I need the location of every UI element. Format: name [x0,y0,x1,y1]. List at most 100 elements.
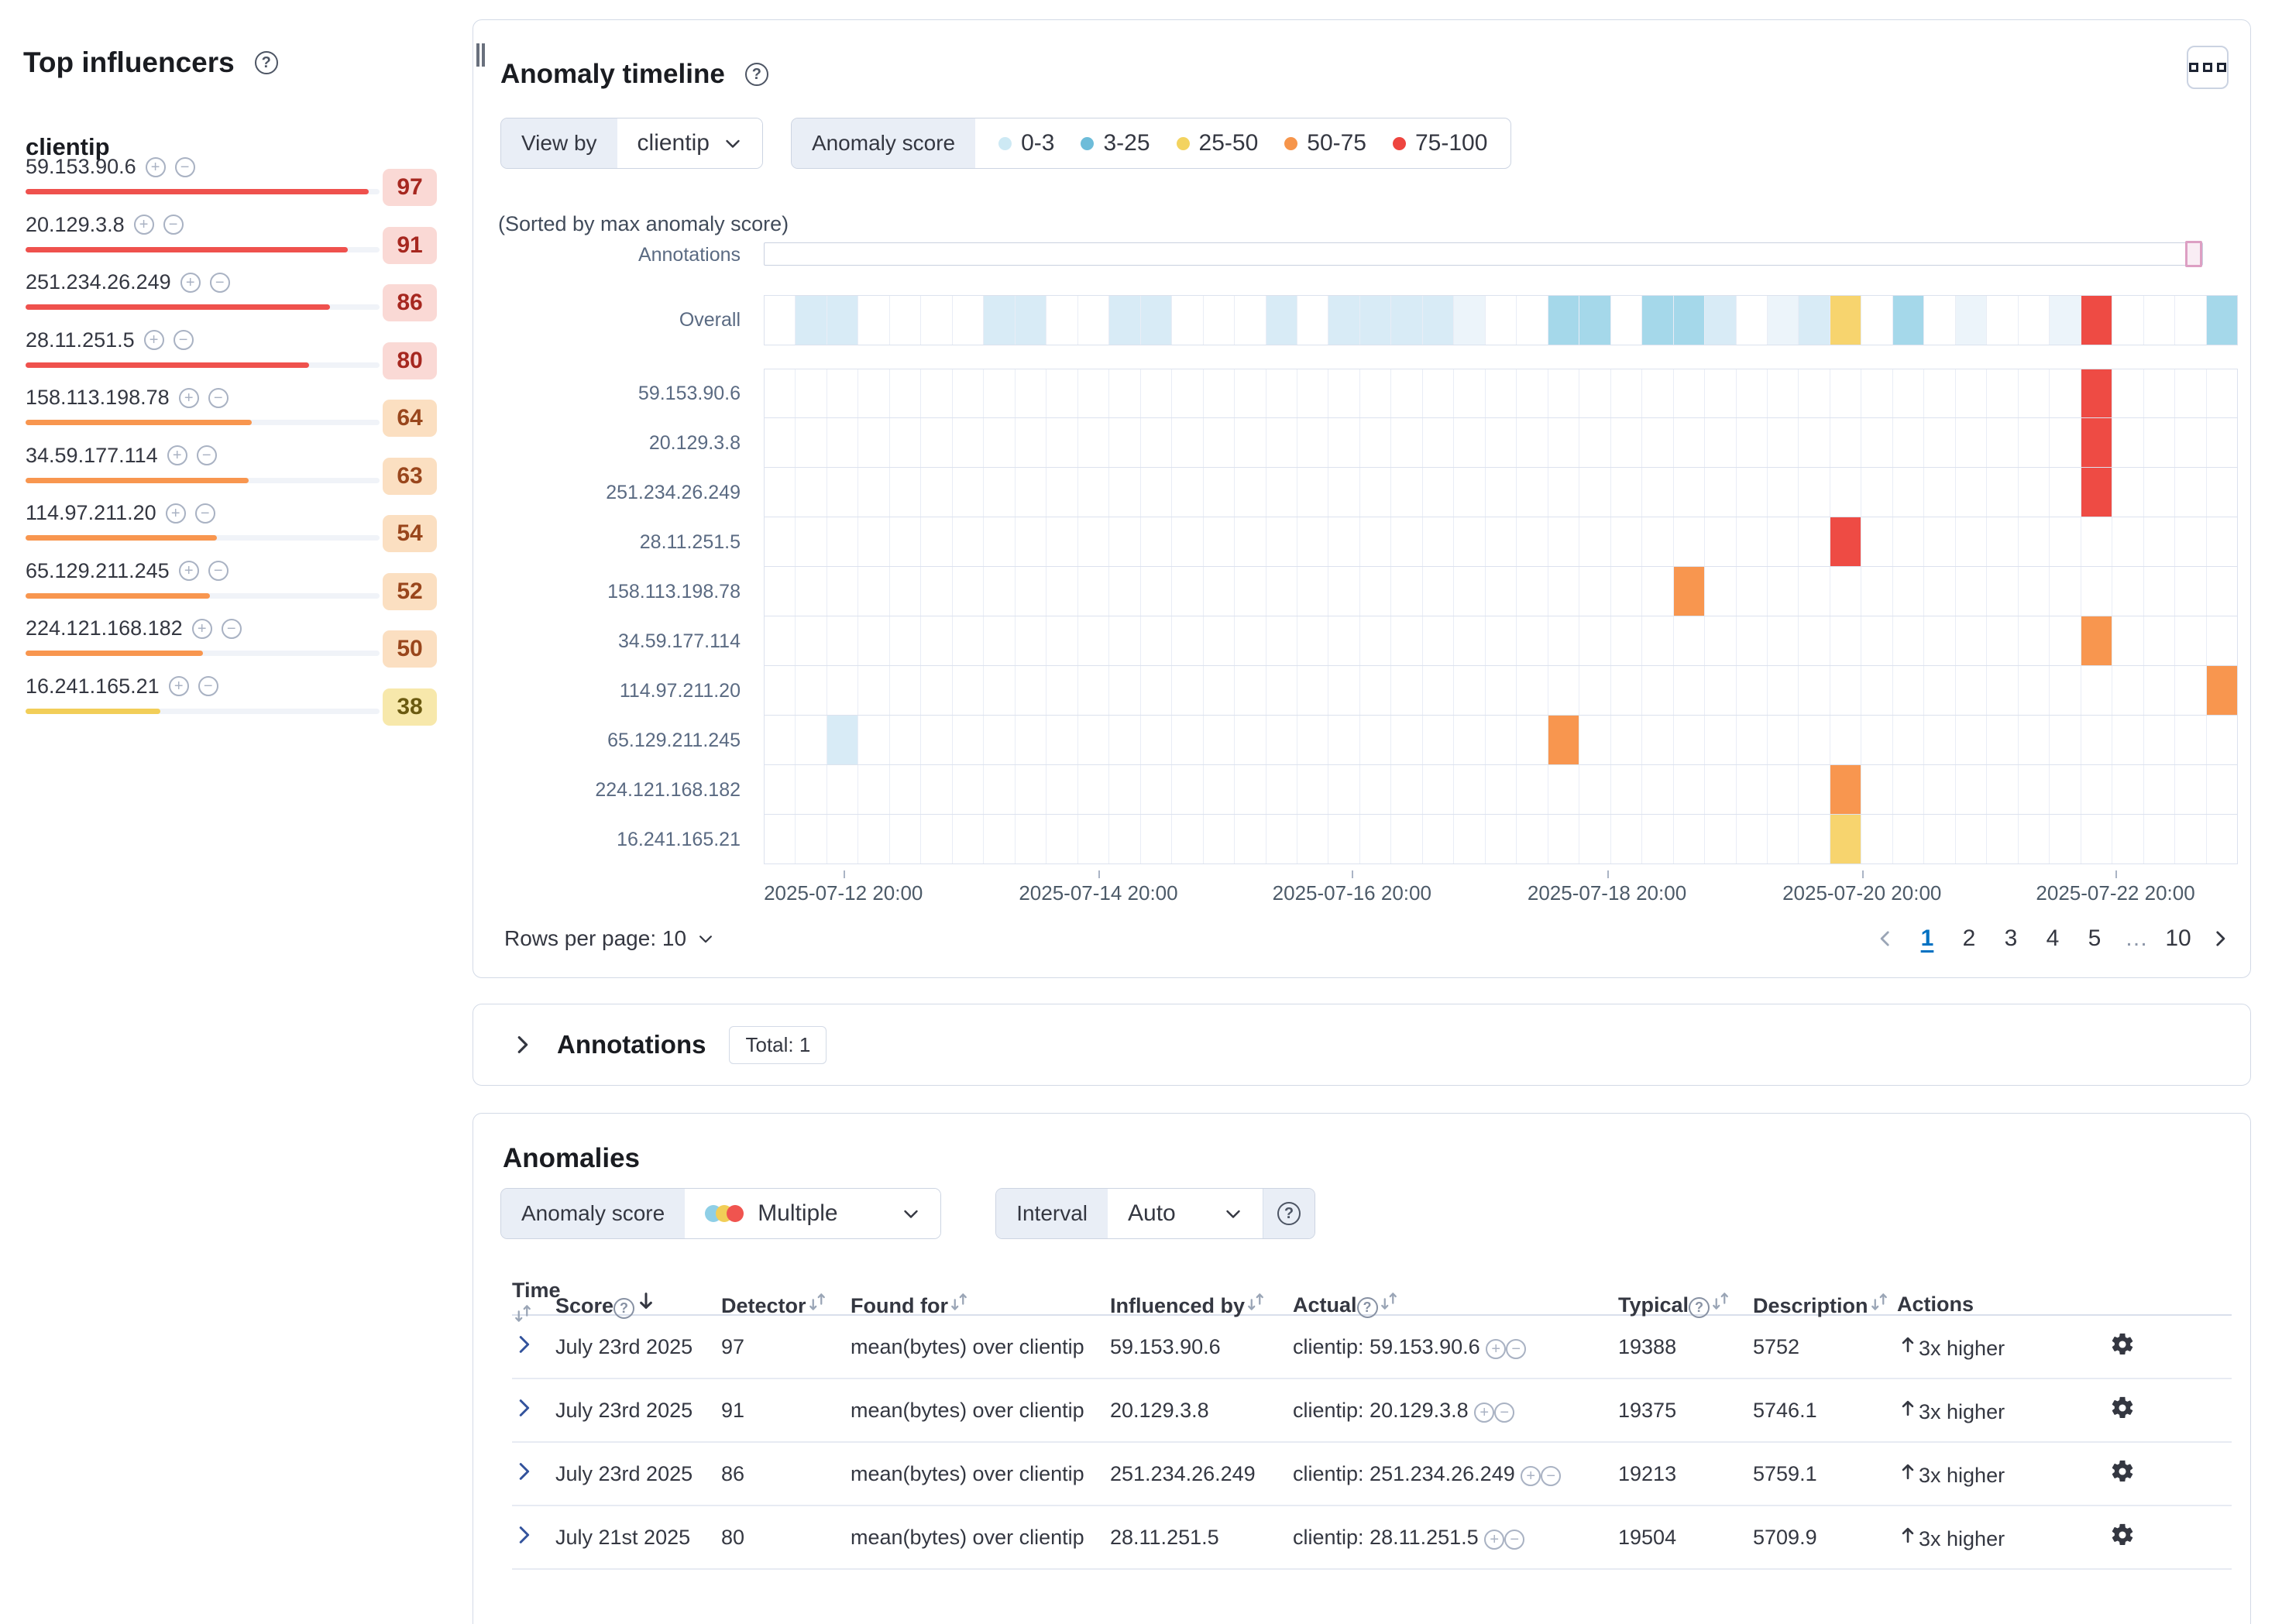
swimlane-cell[interactable] [1078,716,1109,764]
swimlane-cell[interactable] [1893,517,1924,566]
severity-select[interactable]: Multiple [685,1189,940,1238]
swimlane-cell[interactable] [1423,815,1454,864]
swimlane-cell[interactable] [921,418,952,467]
swimlane-cell[interactable] [2207,517,2237,566]
swimlane-cell[interactable] [1799,616,1830,665]
filter-out-icon[interactable]: − [198,676,218,696]
swimlane[interactable] [764,765,2238,815]
swimlane-cell[interactable] [1423,517,1454,566]
gear-icon[interactable] [2109,1395,2136,1421]
swimlane-cell[interactable] [1297,616,1328,665]
swimlane-cell[interactable] [1548,468,1579,517]
swimlane-cell[interactable] [890,567,921,616]
swimlane-cell[interactable] [1016,418,1046,467]
swimlane-cell[interactable] [1109,296,1140,345]
swimlane-cell[interactable] [1674,666,1705,715]
swimlane-cell[interactable] [1297,517,1328,566]
annotations-track[interactable] [764,242,2203,266]
swimlane-cell[interactable] [1956,468,1987,517]
interval-control[interactable]: Interval Auto ? [995,1188,1315,1239]
swimlane-cell[interactable] [827,296,858,345]
expand-row-icon[interactable] [512,1333,535,1356]
swimlane-cell[interactable] [1737,517,1768,566]
filter-out-icon[interactable]: − [197,445,217,465]
swimlane-cell[interactable] [1799,666,1830,715]
swimlane-cell[interactable] [1893,418,1924,467]
filter-out-icon[interactable]: − [208,388,229,408]
swimlane-cell[interactable] [2050,296,2081,345]
swimlane-cell[interactable] [1987,716,2018,764]
swimlane-cell[interactable] [953,716,984,764]
swimlane-cell[interactable] [1799,517,1830,566]
swimlane-cell[interactable] [1956,296,1987,345]
swimlane-cell[interactable] [2207,815,2237,864]
swimlane-cell[interactable] [1830,616,1861,665]
swimlane-cell[interactable] [1987,666,2018,715]
swimlane-cell[interactable] [1078,815,1109,864]
sort-icon[interactable] [1710,1290,1731,1312]
swimlane-cell[interactable] [1893,666,1924,715]
swimlane-cell[interactable] [1861,517,1892,566]
swimlane-cell[interactable] [1235,296,1266,345]
swimlane-cell[interactable] [1768,765,1799,814]
column-header-description[interactable]: Description [1753,1291,1897,1318]
swimlane-cell[interactable] [1705,418,1736,467]
swimlane-cell[interactable] [1360,567,1391,616]
swimlane-cell[interactable] [2050,369,2081,417]
swimlane-cell[interactable] [2019,765,2050,814]
swimlane-cell[interactable] [1611,815,1642,864]
swimlane-cell[interactable] [921,815,952,864]
swimlane-cell[interactable] [1611,517,1642,566]
swimlane-cell[interactable] [1517,468,1548,517]
swimlane-cell[interactable] [890,517,921,566]
swimlane-cell[interactable] [1141,666,1172,715]
swimlane-cell[interactable] [827,567,858,616]
swimlane-cell[interactable] [2112,567,2143,616]
swimlane-cell[interactable] [2175,418,2206,467]
swimlane-cell[interactable] [1548,765,1579,814]
swimlane-cell[interactable] [1454,567,1485,616]
swimlane-cell[interactable] [1674,418,1705,467]
swimlane-cell[interactable] [1172,616,1203,665]
swimlane-cell[interactable] [1987,765,2018,814]
swimlane-cell[interactable] [1423,765,1454,814]
swimlane-cell[interactable] [1737,296,1768,345]
swimlane-cell[interactable] [1423,616,1454,665]
swimlane[interactable] [764,616,2238,666]
swimlane-cell[interactable] [1016,296,1046,345]
filter-out-icon[interactable]: − [175,157,195,177]
swimlane-cell[interactable] [1987,296,2018,345]
swimlane-cell[interactable] [765,815,796,864]
swimlane-cell[interactable] [1611,567,1642,616]
swimlane-cell[interactable] [984,765,1015,814]
swimlane-cell[interactable] [1297,567,1328,616]
swimlane-cell[interactable] [1579,765,1610,814]
swimlane-cell[interactable] [1861,567,1892,616]
swimlane-cell[interactable] [765,418,796,467]
swimlane-cell[interactable] [1517,567,1548,616]
swimlane-cell[interactable] [2144,815,2175,864]
swimlane-cell[interactable] [1486,418,1517,467]
swimlane-cell[interactable] [2112,666,2143,715]
annotation-marker[interactable] [2185,241,2202,267]
swimlane-cell[interactable] [1391,815,1422,864]
overall-swimlane[interactable] [764,295,2238,345]
swimlane-cell[interactable] [1737,468,1768,517]
swimlane-cell[interactable] [1328,616,1359,665]
swimlane-cell[interactable] [1172,716,1203,764]
swimlane-cell[interactable] [2175,765,2206,814]
swimlane-cell[interactable] [1046,666,1077,715]
swimlane-cell[interactable] [1642,296,1673,345]
swimlane-cell[interactable] [2112,716,2143,764]
swimlane-cell[interactable] [2144,616,2175,665]
swimlane-cell[interactable] [1109,666,1140,715]
swimlane-cell[interactable] [1141,468,1172,517]
swimlane-cell[interactable] [1987,468,2018,517]
influencer-ip[interactable]: 16.241.165.21 [26,675,160,699]
swimlane-cell[interactable] [1204,296,1235,345]
swimlane-cell[interactable] [1172,815,1203,864]
swimlane-cell[interactable] [1297,369,1328,417]
swimlane-cell[interactable] [953,815,984,864]
swimlane-cell[interactable] [1454,418,1485,467]
swimlane-cell[interactable] [796,567,827,616]
